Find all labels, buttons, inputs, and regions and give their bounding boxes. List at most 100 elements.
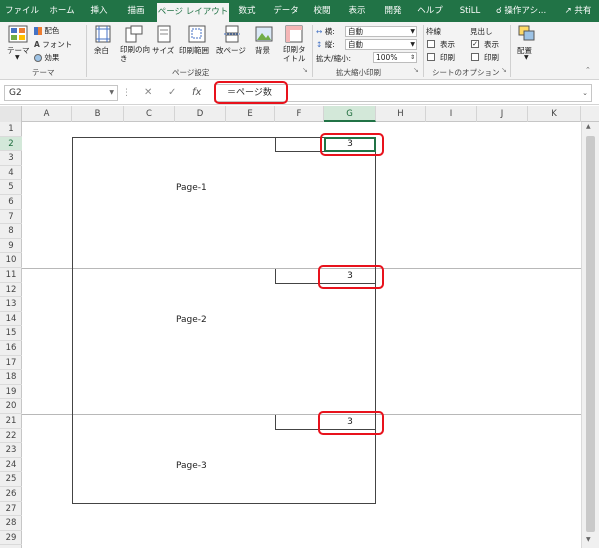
page-outline-frame [72,137,376,504]
gridlines-view-checkbox[interactable] [427,40,435,48]
collapse-ribbon-icon[interactable]: ⌃ [585,66,591,74]
tab-page-layout[interactable]: ページ レイアウト [157,3,229,22]
dialog-launcher-icon[interactable]: ↘ [501,66,507,74]
row-header[interactable]: 29 [0,531,22,546]
gridlines-print-checkbox[interactable] [427,53,435,61]
column-header-h[interactable]: H [376,106,426,122]
headings-print-checkbox[interactable] [471,53,479,61]
row-header[interactable]: 4 [0,166,22,181]
row-header[interactable]: 22 [0,429,22,444]
row-header[interactable]: 3 [0,151,22,166]
row-header[interactable]: 28 [0,516,22,531]
row-header[interactable]: 12 [0,283,22,298]
row-header[interactable]: 6 [0,195,22,210]
highlight-box [318,411,384,435]
tab-review[interactable]: 校閲 [309,0,335,22]
print-area-button[interactable]: 印刷範囲 [178,25,214,65]
tell-me-search[interactable]: ☌ 操作アシ... [496,0,558,22]
effects-button[interactable]: 効果 [34,52,59,63]
name-box[interactable]: G2 ▼ [4,85,118,101]
chevron-down-icon: ▼ [524,54,529,61]
row-header[interactable]: 8 [0,224,22,239]
scroll-down-icon[interactable]: ▼ [586,536,591,543]
column-header-g[interactable]: G [324,106,376,122]
row-header[interactable]: 23 [0,443,22,458]
share-button[interactable]: ↗ 共有 [558,0,598,22]
size-button[interactable]: サイズ [150,25,176,65]
themes-button[interactable]: テーマ ▼ [4,25,32,65]
colors-button[interactable]: 配色 [34,25,59,36]
row-header[interactable]: 24 [0,458,22,473]
orientation-icon [125,25,143,43]
row-header[interactable]: 14 [0,312,22,327]
row-header[interactable]: 27 [0,502,22,517]
background-button[interactable]: 背景 [250,25,276,65]
tab-formulas[interactable]: 数式 [234,0,260,22]
column-header-d[interactable]: D [175,106,226,122]
column-header-c[interactable]: C [124,106,175,122]
vertical-scrollbar[interactable]: ▲ ▼ [581,122,599,548]
row-header[interactable]: 7 [0,210,22,225]
column-header-e[interactable]: E [226,106,275,122]
row-header[interactable]: 11 [0,268,22,283]
insert-function-icon[interactable]: fx [192,85,201,101]
breaks-button[interactable]: 改ページ [216,25,248,65]
row-header[interactable]: 25 [0,472,22,487]
row-header[interactable]: 1 [0,122,22,137]
column-header-k[interactable]: K [528,106,581,122]
tab-still[interactable]: StiLL [455,0,485,22]
width-select[interactable]: 自動 ▼ [345,26,417,37]
tab-developer[interactable]: 開発 [380,0,406,22]
row-header-selected[interactable]: 2 [0,136,22,152]
fonts-button[interactable]: A フォント [34,39,72,50]
dialog-launcher-icon[interactable]: ↘ [413,66,419,74]
orientation-button[interactable]: 印刷の向き [118,25,150,65]
scale-input[interactable]: 100% ⇕ [373,52,417,63]
ribbon: テーマ ▼ 配色 A フォント 効果 テーマ 余白 印刷の向き サイズ 印刷範囲… [0,22,599,80]
row-header[interactable]: 5 [0,180,22,195]
row-header[interactable]: 17 [0,356,22,371]
column-header-i[interactable]: I [426,106,477,122]
scroll-up-icon[interactable]: ▲ [586,123,591,130]
row-header[interactable]: 26 [0,487,22,502]
tab-file[interactable]: ファイル [4,0,40,22]
row-header[interactable]: 21 [0,414,22,429]
column-header-f[interactable]: F [275,106,324,122]
row-header[interactable]: 10 [0,253,22,268]
row-header[interactable]: 20 [0,399,22,414]
scrollbar-thumb[interactable] [586,136,595,532]
row-header[interactable]: 13 [0,297,22,312]
headings-view-checkbox[interactable]: ✓ [471,40,479,48]
tab-insert[interactable]: 挿入 [86,0,112,22]
resize-handle-icon[interactable]: ⋮ [122,87,131,99]
height-select[interactable]: 自動 ▼ [345,39,417,50]
print-titles-button[interactable]: 印刷タイトル [278,25,308,65]
row-header[interactable]: 18 [0,370,22,385]
row-header[interactable]: 9 [0,239,22,254]
arrange-icon [518,25,535,41]
arrange-button[interactable]: 配置 ▼ [514,25,540,65]
row-header[interactable]: 16 [0,341,22,356]
column-header-j[interactable]: J [477,106,528,122]
chevron-down-icon: ▼ [15,54,20,61]
row-header[interactable]: 15 [0,326,22,341]
dialog-launcher-icon[interactable]: ↘ [302,66,308,74]
tab-data[interactable]: データ [268,0,304,22]
column-header-b[interactable]: B [72,106,124,122]
cancel-icon[interactable]: ✕ [144,85,152,101]
tab-draw[interactable]: 描画 [118,0,154,22]
headings-title: 見出し [470,27,493,36]
enter-icon[interactable]: ✓ [168,85,176,101]
background-image-icon [255,26,273,42]
tab-view[interactable]: 表示 [344,0,370,22]
row-header[interactable]: 19 [0,385,22,400]
margins-button[interactable]: 余白 [90,25,116,65]
select-all-corner[interactable] [0,106,22,122]
highlight-box [318,265,384,289]
tab-help[interactable]: ヘルプ [414,0,446,22]
chevron-down-icon: ▼ [410,41,415,48]
expand-formula-icon[interactable]: ⌄ [582,85,588,101]
column-header-a[interactable]: A [22,106,72,122]
formula-highlight-box [214,81,288,104]
tab-home[interactable]: ホーム [44,0,80,22]
